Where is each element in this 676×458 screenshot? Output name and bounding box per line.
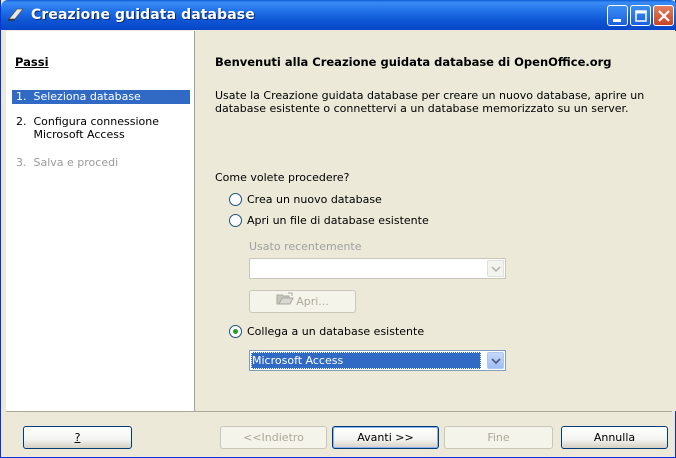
- cancel-label: Annulla: [593, 431, 636, 444]
- open-file-button: Apri...: [249, 290, 356, 313]
- back-label: <<Indietro: [243, 431, 304, 444]
- steps-title: Passi: [15, 55, 49, 69]
- option-create-new-label: Crea un nuovo database: [247, 193, 382, 206]
- main-panel: Benvenuti alla Creazione guidata databas…: [196, 31, 676, 411]
- close-button[interactable]: [653, 5, 674, 26]
- question-label: Come volete procedere?: [215, 171, 350, 184]
- recently-used-dropdown: [249, 258, 506, 279]
- radio-create-new[interactable]: [229, 193, 242, 206]
- option-open-existing-file[interactable]: Apri un file di database esistente: [229, 214, 429, 227]
- minimize-button[interactable]: [607, 5, 628, 26]
- option-connect-existing[interactable]: Collega a un database esistente: [229, 325, 424, 338]
- next-label: Avanti >>: [357, 431, 414, 444]
- maximize-button[interactable]: [630, 5, 651, 26]
- database-type-value: Microsoft Access: [251, 352, 481, 369]
- title-bar[interactable]: Creazione guidata database: [1, 0, 676, 30]
- database-wizard-window: Creazione guidata database Passi 1. Sele…: [0, 0, 676, 458]
- option-create-new-database[interactable]: Crea un nuovo database: [229, 193, 382, 206]
- open-folder-icon: [276, 292, 295, 313]
- intro-text: Usate la Creazione guidata database per …: [215, 89, 645, 115]
- window-title: Creazione guidata database: [31, 7, 255, 23]
- step-configure-connection[interactable]: 2. Configura connessione Microsoft Acces…: [12, 115, 190, 141]
- radio-connect-existing[interactable]: [229, 325, 242, 338]
- recently-used-value: [251, 260, 481, 277]
- finish-button: Fine: [444, 426, 553, 449]
- back-button: <<Indietro: [220, 426, 327, 449]
- help-button[interactable]: ?: [23, 426, 132, 449]
- step-save-proceed: 3. Salva e procedi: [16, 156, 119, 169]
- divider: [6, 411, 672, 412]
- database-type-dropdown[interactable]: Microsoft Access: [249, 350, 506, 371]
- page-heading: Benvenuti alla Creazione guidata databas…: [215, 55, 612, 69]
- next-button[interactable]: Avanti >>: [332, 426, 439, 449]
- recently-used-label: Usato recentemente: [249, 240, 362, 253]
- option-connect-existing-label: Collega a un database esistente: [247, 325, 425, 338]
- finish-label: Fine: [487, 431, 510, 444]
- chevron-down-icon: [487, 260, 504, 277]
- chevron-down-icon[interactable]: [487, 352, 504, 369]
- cancel-button[interactable]: Annulla: [561, 426, 668, 449]
- radio-open-existing[interactable]: [229, 214, 242, 227]
- help-label: ?: [74, 431, 81, 444]
- step-select-database[interactable]: 1. Seleziona database: [12, 90, 190, 104]
- open-file-label: Apri...: [296, 295, 329, 308]
- openoffice-app-icon: [7, 7, 25, 23]
- option-open-existing-label: Apri un file di database esistente: [247, 214, 429, 227]
- steps-panel: Passi 1. Seleziona database 2. Configura…: [6, 31, 195, 411]
